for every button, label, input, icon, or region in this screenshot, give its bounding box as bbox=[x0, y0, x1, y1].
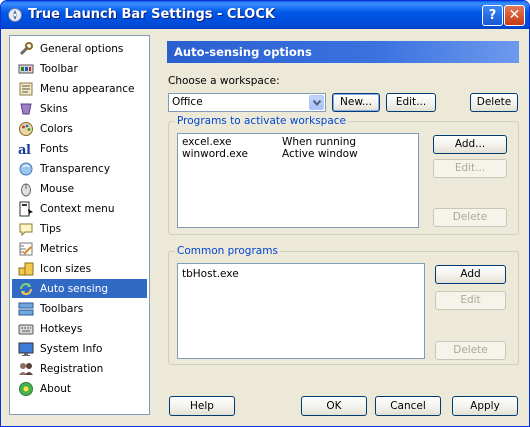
sidebar-item-tips[interactable]: Tips bbox=[12, 219, 147, 238]
font-icon: al bbox=[18, 141, 34, 158]
edit-common-program-button[interactable]: Edit bbox=[435, 291, 506, 310]
cancel-button[interactable]: Cancel bbox=[375, 396, 441, 416]
sidebar-item-label: Fonts bbox=[40, 142, 69, 155]
sidebar-item-label: General options bbox=[40, 42, 124, 55]
apply-button[interactable]: Apply bbox=[452, 396, 518, 416]
app-icon bbox=[7, 7, 23, 23]
new-workspace-button[interactable]: New... bbox=[332, 93, 380, 112]
help-title-button[interactable]: ? bbox=[482, 5, 503, 26]
sidebar-item-label: Colors bbox=[40, 122, 73, 135]
sidebar-item-transparency[interactable]: Transparency bbox=[12, 159, 147, 178]
title-bar[interactable]: True Launch Bar Settings - CLOCK ? ✕ bbox=[1, 1, 529, 29]
sidebar-item-hotkeys[interactable]: Hotkeys bbox=[12, 319, 147, 338]
settings-window: True Launch Bar Settings - CLOCK ? ✕ Gen… bbox=[0, 0, 530, 427]
keyboard-icon bbox=[18, 321, 34, 337]
sidebar-item-label: Toolbars bbox=[40, 302, 84, 315]
program-name[interactable]: excel.exe bbox=[182, 136, 231, 148]
sidebar-item-label: Registration bbox=[40, 362, 104, 375]
sidebar: General options Toolbar Menu appearance … bbox=[9, 35, 150, 415]
toolbars-icon bbox=[18, 301, 34, 317]
about-icon bbox=[18, 381, 34, 397]
transparency-icon bbox=[18, 161, 34, 177]
sidebar-item-label: Skins bbox=[40, 102, 68, 115]
sidebar-item-label: Toolbar bbox=[40, 62, 78, 75]
close-button[interactable]: ✕ bbox=[504, 5, 525, 26]
common-programs-group-title: Common programs bbox=[175, 245, 280, 257]
common-programs-list[interactable]: tbHost.exe bbox=[177, 263, 425, 359]
sidebar-item-label: Context menu bbox=[40, 202, 115, 215]
sidebar-item-label: Metrics bbox=[40, 242, 79, 255]
auto-sensing-icon bbox=[18, 281, 34, 297]
sidebar-item-menu-appearance[interactable]: Menu appearance bbox=[12, 79, 147, 98]
add-common-program-button[interactable]: Add bbox=[435, 265, 506, 284]
sidebar-item-context-menu[interactable]: Context menu bbox=[12, 199, 147, 218]
programs-list[interactable]: excel.exe When running winword.exe Activ… bbox=[177, 133, 419, 228]
sidebar-item-label: Auto sensing bbox=[40, 282, 109, 295]
help-button[interactable]: Help bbox=[169, 396, 235, 416]
sidebar-item-label: Mouse bbox=[40, 182, 75, 195]
wrench-icon bbox=[18, 41, 34, 57]
section-header: Auto-sensing options bbox=[167, 41, 519, 63]
sidebar-item-label: System Info bbox=[40, 342, 103, 355]
sidebar-item-label: Menu appearance bbox=[40, 82, 135, 95]
toolbar-icon bbox=[18, 61, 34, 77]
add-program-button[interactable]: Add... bbox=[433, 135, 507, 154]
context-menu-icon bbox=[18, 201, 34, 217]
metrics-icon bbox=[18, 241, 34, 257]
sidebar-item-label: About bbox=[40, 382, 72, 395]
section-title: Auto-sensing options bbox=[174, 45, 312, 59]
sidebar-item-toolbars[interactable]: Toolbars bbox=[12, 299, 147, 318]
workspace-select[interactable]: Office bbox=[168, 93, 326, 112]
program-condition[interactable]: Active window bbox=[282, 148, 358, 160]
workspace-label: Choose a workspace: bbox=[168, 75, 280, 87]
tips-icon bbox=[18, 221, 34, 237]
svg-text:l: l bbox=[26, 143, 31, 157]
program-condition[interactable]: When running bbox=[282, 136, 356, 148]
sidebar-item-label: Icon sizes bbox=[40, 262, 92, 275]
sidebar-item-general-options[interactable]: General options bbox=[12, 39, 147, 58]
menu-icon bbox=[18, 81, 34, 97]
sidebar-item-label: Transparency bbox=[40, 162, 111, 175]
sidebar-item-auto-sensing[interactable]: Auto sensing bbox=[12, 279, 147, 298]
monitor-icon bbox=[18, 341, 34, 357]
sidebar-item-fonts[interactable]: al Fonts bbox=[12, 139, 147, 158]
sidebar-item-mouse[interactable]: Mouse bbox=[12, 179, 147, 198]
programs-group-title: Programs to activate workspace bbox=[175, 115, 349, 127]
mouse-icon bbox=[18, 181, 34, 197]
sidebar-item-about[interactable]: About bbox=[12, 379, 147, 398]
delete-program-button[interactable]: Delete bbox=[433, 208, 507, 227]
program-name[interactable]: winword.exe bbox=[182, 148, 248, 160]
workspace-select-value: Office bbox=[172, 96, 203, 108]
sidebar-item-registration[interactable]: Registration bbox=[12, 359, 147, 378]
sidebar-item-label: Hotkeys bbox=[40, 322, 83, 335]
edit-program-button[interactable]: Edit... bbox=[433, 159, 507, 178]
sidebar-item-icon-sizes[interactable]: Icon sizes bbox=[12, 259, 147, 278]
icon-sizes-icon bbox=[18, 261, 34, 277]
sidebar-item-label: Tips bbox=[40, 222, 62, 235]
edit-workspace-button[interactable]: Edit... bbox=[386, 93, 436, 112]
ok-button[interactable]: OK bbox=[301, 396, 367, 416]
sidebar-item-toolbar[interactable]: Toolbar bbox=[12, 59, 147, 78]
sidebar-item-colors[interactable]: Colors bbox=[12, 119, 147, 138]
delete-workspace-button[interactable]: Delete bbox=[470, 93, 518, 112]
skins-icon bbox=[18, 101, 34, 117]
window-title: True Launch Bar Settings - CLOCK bbox=[28, 7, 275, 22]
palette-icon bbox=[18, 121, 34, 137]
chevron-down-icon[interactable] bbox=[309, 95, 324, 110]
sidebar-item-skins[interactable]: Skins bbox=[12, 99, 147, 118]
delete-common-program-button[interactable]: Delete bbox=[435, 341, 506, 360]
sidebar-item-system-info[interactable]: System Info bbox=[12, 339, 147, 358]
registration-icon bbox=[18, 361, 34, 377]
sidebar-item-metrics[interactable]: Metrics bbox=[12, 239, 147, 258]
common-program-name[interactable]: tbHost.exe bbox=[182, 268, 239, 280]
